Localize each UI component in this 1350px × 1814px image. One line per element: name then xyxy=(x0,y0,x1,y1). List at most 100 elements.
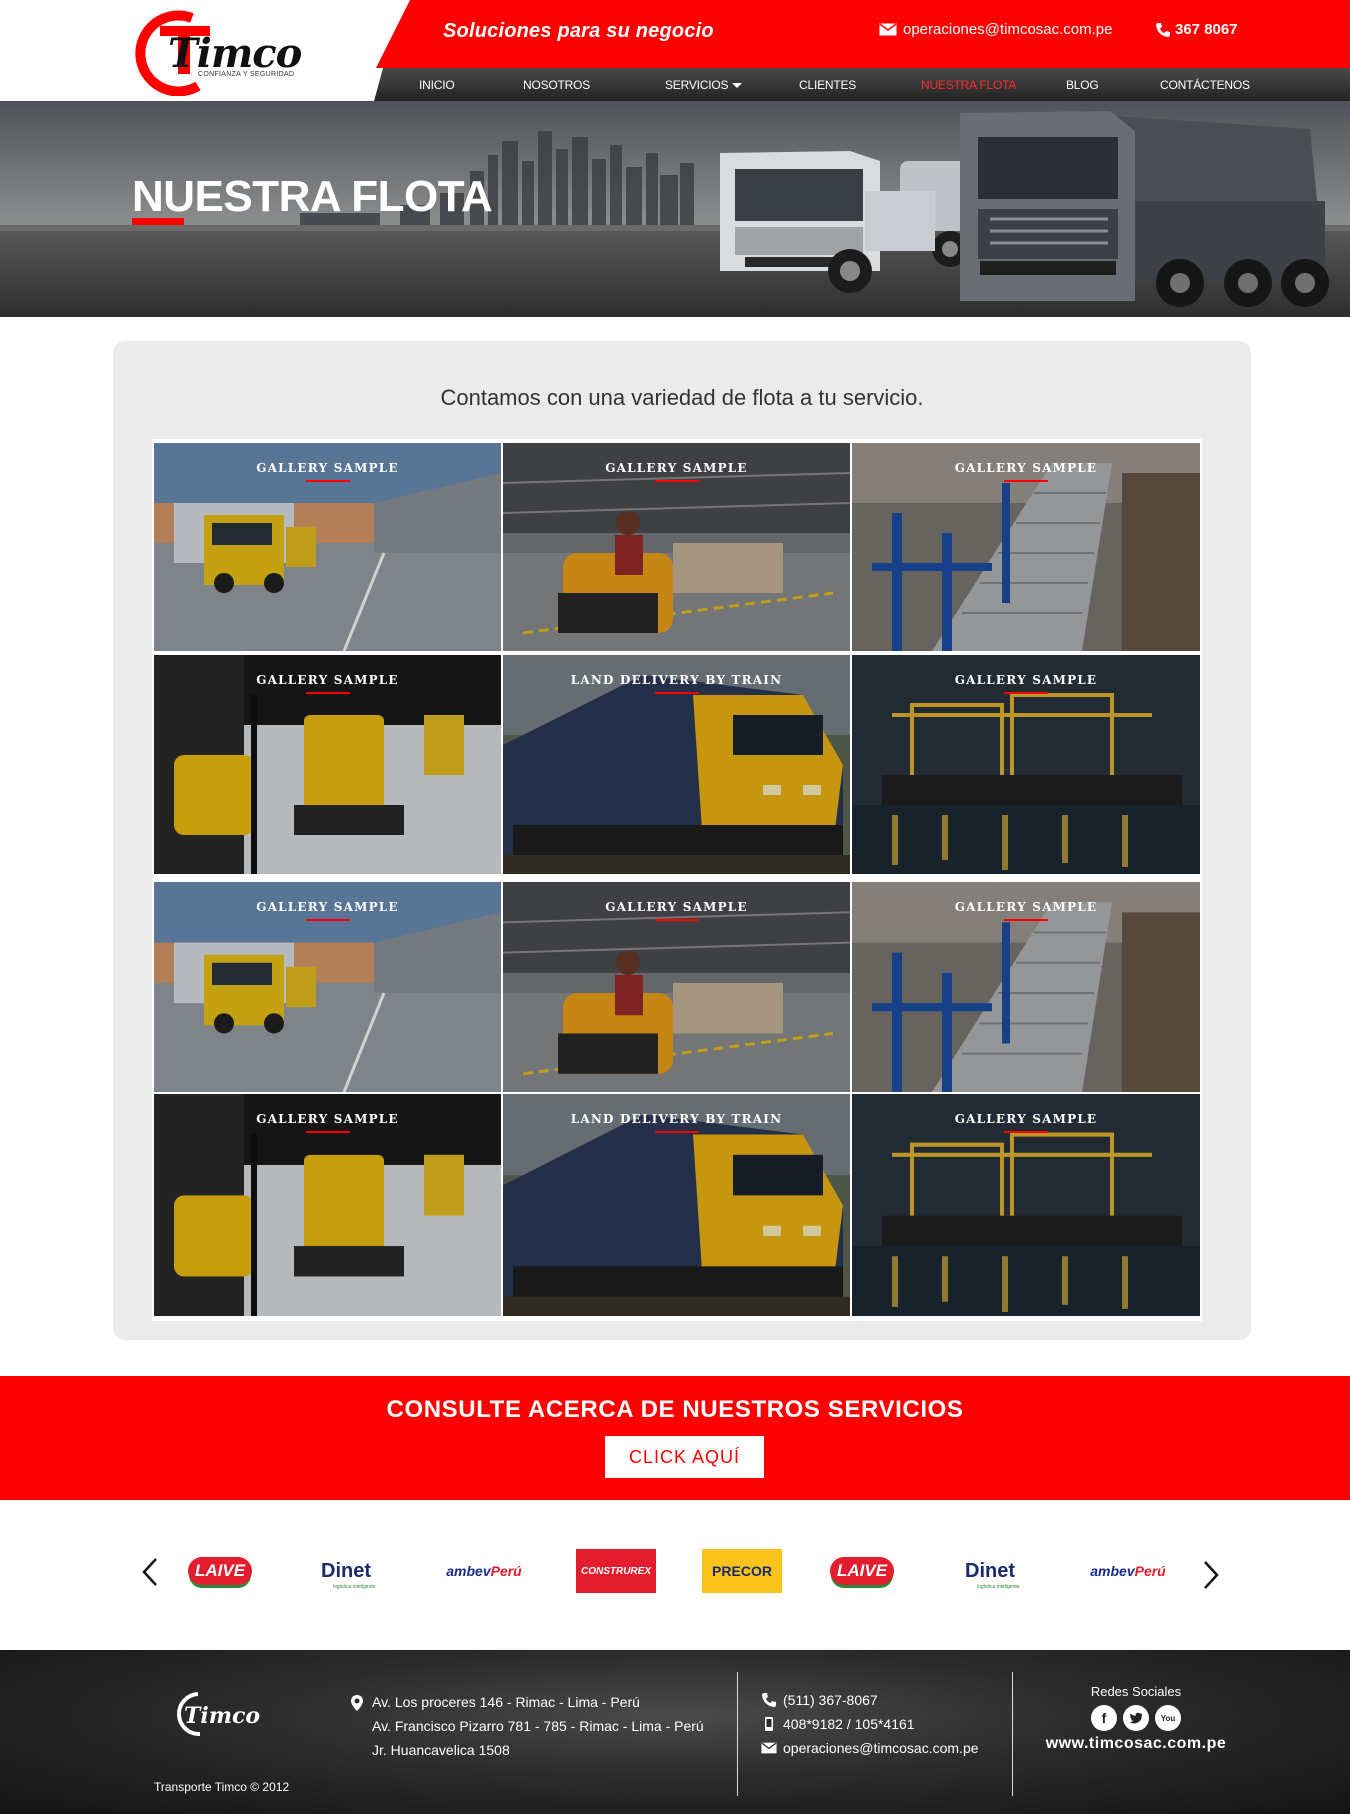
copyright: Transporte Timco © 2012 xyxy=(154,1780,290,1794)
gallery-tile-label: GALLERY SAMPLE xyxy=(256,1112,399,1126)
footer-divider xyxy=(1012,1672,1013,1796)
envelope-icon xyxy=(879,23,897,36)
gallery-tile[interactable]: LAND DELIVERY BY TRAIN xyxy=(503,1094,850,1316)
footer-contacts: (511) 367-8067 408*9182 / 105*4161 opera… xyxy=(761,1688,979,1760)
envelope-icon xyxy=(761,1742,777,1754)
gray-dump-truck xyxy=(960,111,1329,307)
client-logo-laive[interactable]: LAIVE xyxy=(822,1549,902,1593)
ambev-logo: ambev xyxy=(1090,1563,1135,1579)
client-logo-ambev[interactable]: ambevPerú xyxy=(444,1549,524,1593)
gallery-intro: Contamos con una variedad de flota a tu … xyxy=(440,385,924,410)
nav-item-inicio[interactable]: INICIO xyxy=(419,78,455,92)
gallery-tile-label: GALLERY SAMPLE xyxy=(954,673,1098,687)
logo-wordmark: Timco xyxy=(168,30,302,77)
footer-phone[interactable]: (511) 367-8067 xyxy=(761,1688,979,1712)
address-line: Av. Francisco Pizarro 781 - 785 - Rimac … xyxy=(372,1718,704,1734)
ambev-logo: ambev xyxy=(446,1563,491,1579)
client-logo-ambev[interactable]: ambevPerú xyxy=(1088,1549,1168,1593)
location-pin-icon xyxy=(351,1695,363,1711)
timco-logo[interactable]: Timco CONFIANZA Y SEGURIDAD xyxy=(132,10,312,97)
footer-mobile[interactable]: 408*9182 / 105*4161 xyxy=(761,1712,979,1736)
website-url[interactable]: www.timcosac.com.pe xyxy=(1036,1735,1236,1753)
carousel-next-button[interactable] xyxy=(1199,1558,1223,1592)
nav-item-servicios-label: SERVICIOS xyxy=(665,78,729,92)
page-title: NUESTRA FLOTA xyxy=(132,172,493,221)
gallery-tile[interactable]: GALLERY SAMPLE xyxy=(852,443,1200,651)
gallery-tile[interactable]: GALLERY SAMPLE xyxy=(154,655,501,874)
carousel-prev-button[interactable] xyxy=(138,1555,162,1589)
gallery-tile-label: GALLERY SAMPLE xyxy=(256,900,399,914)
laive-logo: LAIVE xyxy=(188,1557,252,1585)
click-here-button[interactable]: CLICK AQUÍ xyxy=(605,1436,764,1478)
laive-logo: LAIVE xyxy=(830,1557,894,1585)
client-logo-precor[interactable]: PRECOR xyxy=(702,1549,782,1593)
footer-addresses: Av. Los proceres 146 - Rimac - Lima - Pe… xyxy=(350,1690,704,1762)
gallery-grid: GALLERY SAMPLE GALLERY SAMPLE GALLERY SA… xyxy=(152,439,1202,1321)
main-nav: INICIO NOSOTROS SERVICIOS CLIENTES NUEST… xyxy=(373,68,1350,105)
footer-logo[interactable]: Timco xyxy=(170,1690,270,1740)
gallery-tile[interactable]: GALLERY SAMPLE xyxy=(852,1094,1200,1316)
ambev-logo-peru: Perú xyxy=(1134,1563,1166,1579)
nav-item-servicios[interactable]: SERVICIOS xyxy=(665,78,743,92)
social-icons: f You xyxy=(1036,1705,1236,1731)
gallery-tile-label: LAND DELIVERY BY TRAIN xyxy=(570,673,783,687)
dinet-logo: Dinet xyxy=(965,1559,1015,1582)
fleet-gallery-panel: Contamos con una variedad de flota a tu … xyxy=(113,341,1251,1340)
footer-logo-text: Timco xyxy=(184,1703,260,1729)
nav-item-nosotros[interactable]: NOSOTROS xyxy=(523,78,590,92)
header-email-text: operaciones@timcosac.com.pe xyxy=(903,21,1113,38)
chevron-right-icon xyxy=(1204,1561,1219,1589)
phone-icon xyxy=(1156,22,1170,37)
client-logo-laive[interactable]: LAIVE xyxy=(180,1549,260,1593)
facebook-icon[interactable]: f xyxy=(1091,1705,1117,1731)
footer-email-text: operaciones@timcosac.com.pe xyxy=(783,1740,979,1756)
chevron-left-icon xyxy=(142,1558,157,1586)
footer-logo-mark: Timco xyxy=(176,1692,260,1737)
gallery-tile-label: GALLERY SAMPLE xyxy=(256,673,399,687)
cta-banner: CONSULTE ACERCA DE NUESTROS SERVICIOS CL… xyxy=(0,1376,1350,1500)
nav-item-blog[interactable]: BLOG xyxy=(1066,78,1099,92)
gallery-tile-label: LAND DELIVERY BY TRAIN xyxy=(570,1112,783,1126)
dinet-logo: Dinet xyxy=(321,1559,371,1582)
header-tagline: Soluciones para su negocio xyxy=(443,20,714,42)
footer-email[interactable]: operaciones@timcosac.com.pe xyxy=(761,1736,979,1760)
address-line: Av. Los proceres 146 - Rimac - Lima - Pe… xyxy=(372,1694,640,1710)
youtube-icon[interactable]: You xyxy=(1155,1705,1181,1731)
footer-divider xyxy=(737,1672,738,1796)
nav-item-clientes[interactable]: CLIENTES xyxy=(799,78,856,92)
clients-carousel: LAIVE Dinet logística inteligente ambevPe… xyxy=(0,1500,1350,1650)
header-phone-text: 367 8067 xyxy=(1175,21,1238,38)
gallery-tile[interactable]: GALLERY SAMPLE xyxy=(154,882,501,1092)
twitter-icon[interactable] xyxy=(1123,1705,1149,1731)
gallery-tile-label: GALLERY SAMPLE xyxy=(954,1112,1098,1126)
gallery-tile[interactable]: GALLERY SAMPLE xyxy=(503,882,850,1092)
nav-item-contactenos[interactable]: CONTÁCTENOS xyxy=(1160,78,1250,92)
mobile-phone-icon xyxy=(765,1717,773,1731)
site-header: Timco CONFIANZA Y SEGURIDAD Soluciones p… xyxy=(0,0,1350,105)
gallery-tile[interactable]: GALLERY SAMPLE xyxy=(852,882,1200,1092)
gallery-tile[interactable]: GALLERY SAMPLE xyxy=(503,443,850,651)
nav-item-nuestra-flota[interactable]: NUESTRA FLOTA xyxy=(921,78,1016,92)
logo-tagline: CONFIANZA Y SEGURIDAD xyxy=(198,71,295,78)
construrex-logo: CONSTRUREX xyxy=(576,1549,656,1593)
footer-phone-text: (511) 367-8067 xyxy=(783,1692,878,1708)
gallery-tile[interactable]: GALLERY SAMPLE xyxy=(154,443,501,651)
social-section: Redes Sociales f You www.timcosac.com.pe xyxy=(1036,1684,1236,1753)
client-logo-construrex[interactable]: CONSTRUREX xyxy=(576,1549,656,1593)
header-phone[interactable]: 367 8067 xyxy=(1155,21,1238,38)
client-logo-dinet[interactable]: Dinet logística inteligente xyxy=(950,1549,1030,1593)
client-logo-dinet[interactable]: Dinet logística inteligente xyxy=(306,1549,386,1593)
gallery-tile-label: GALLERY SAMPLE xyxy=(605,461,748,475)
gallery-tile-label: GALLERY SAMPLE xyxy=(954,461,1098,475)
caret-down-icon xyxy=(732,83,743,89)
gallery-tile[interactable]: GALLERY SAMPLE xyxy=(852,655,1200,874)
header-email[interactable]: operaciones@timcosac.com.pe xyxy=(879,21,1113,38)
gallery-tile[interactable]: GALLERY SAMPLE xyxy=(154,1094,501,1316)
gallery-tile[interactable]: LAND DELIVERY BY TRAIN xyxy=(503,655,850,874)
gallery-tile-label: GALLERY SAMPLE xyxy=(954,900,1098,914)
precor-logo: PRECOR xyxy=(702,1549,782,1593)
dinet-tagline: logística inteligente xyxy=(977,1583,1020,1590)
hero-banner: NUESTRA FLOTA xyxy=(0,101,1350,317)
social-title: Redes Sociales xyxy=(1090,1684,1182,1699)
cta-title: CONSULTE ACERCA DE NUESTROS SERVICIOS xyxy=(386,1396,964,1423)
